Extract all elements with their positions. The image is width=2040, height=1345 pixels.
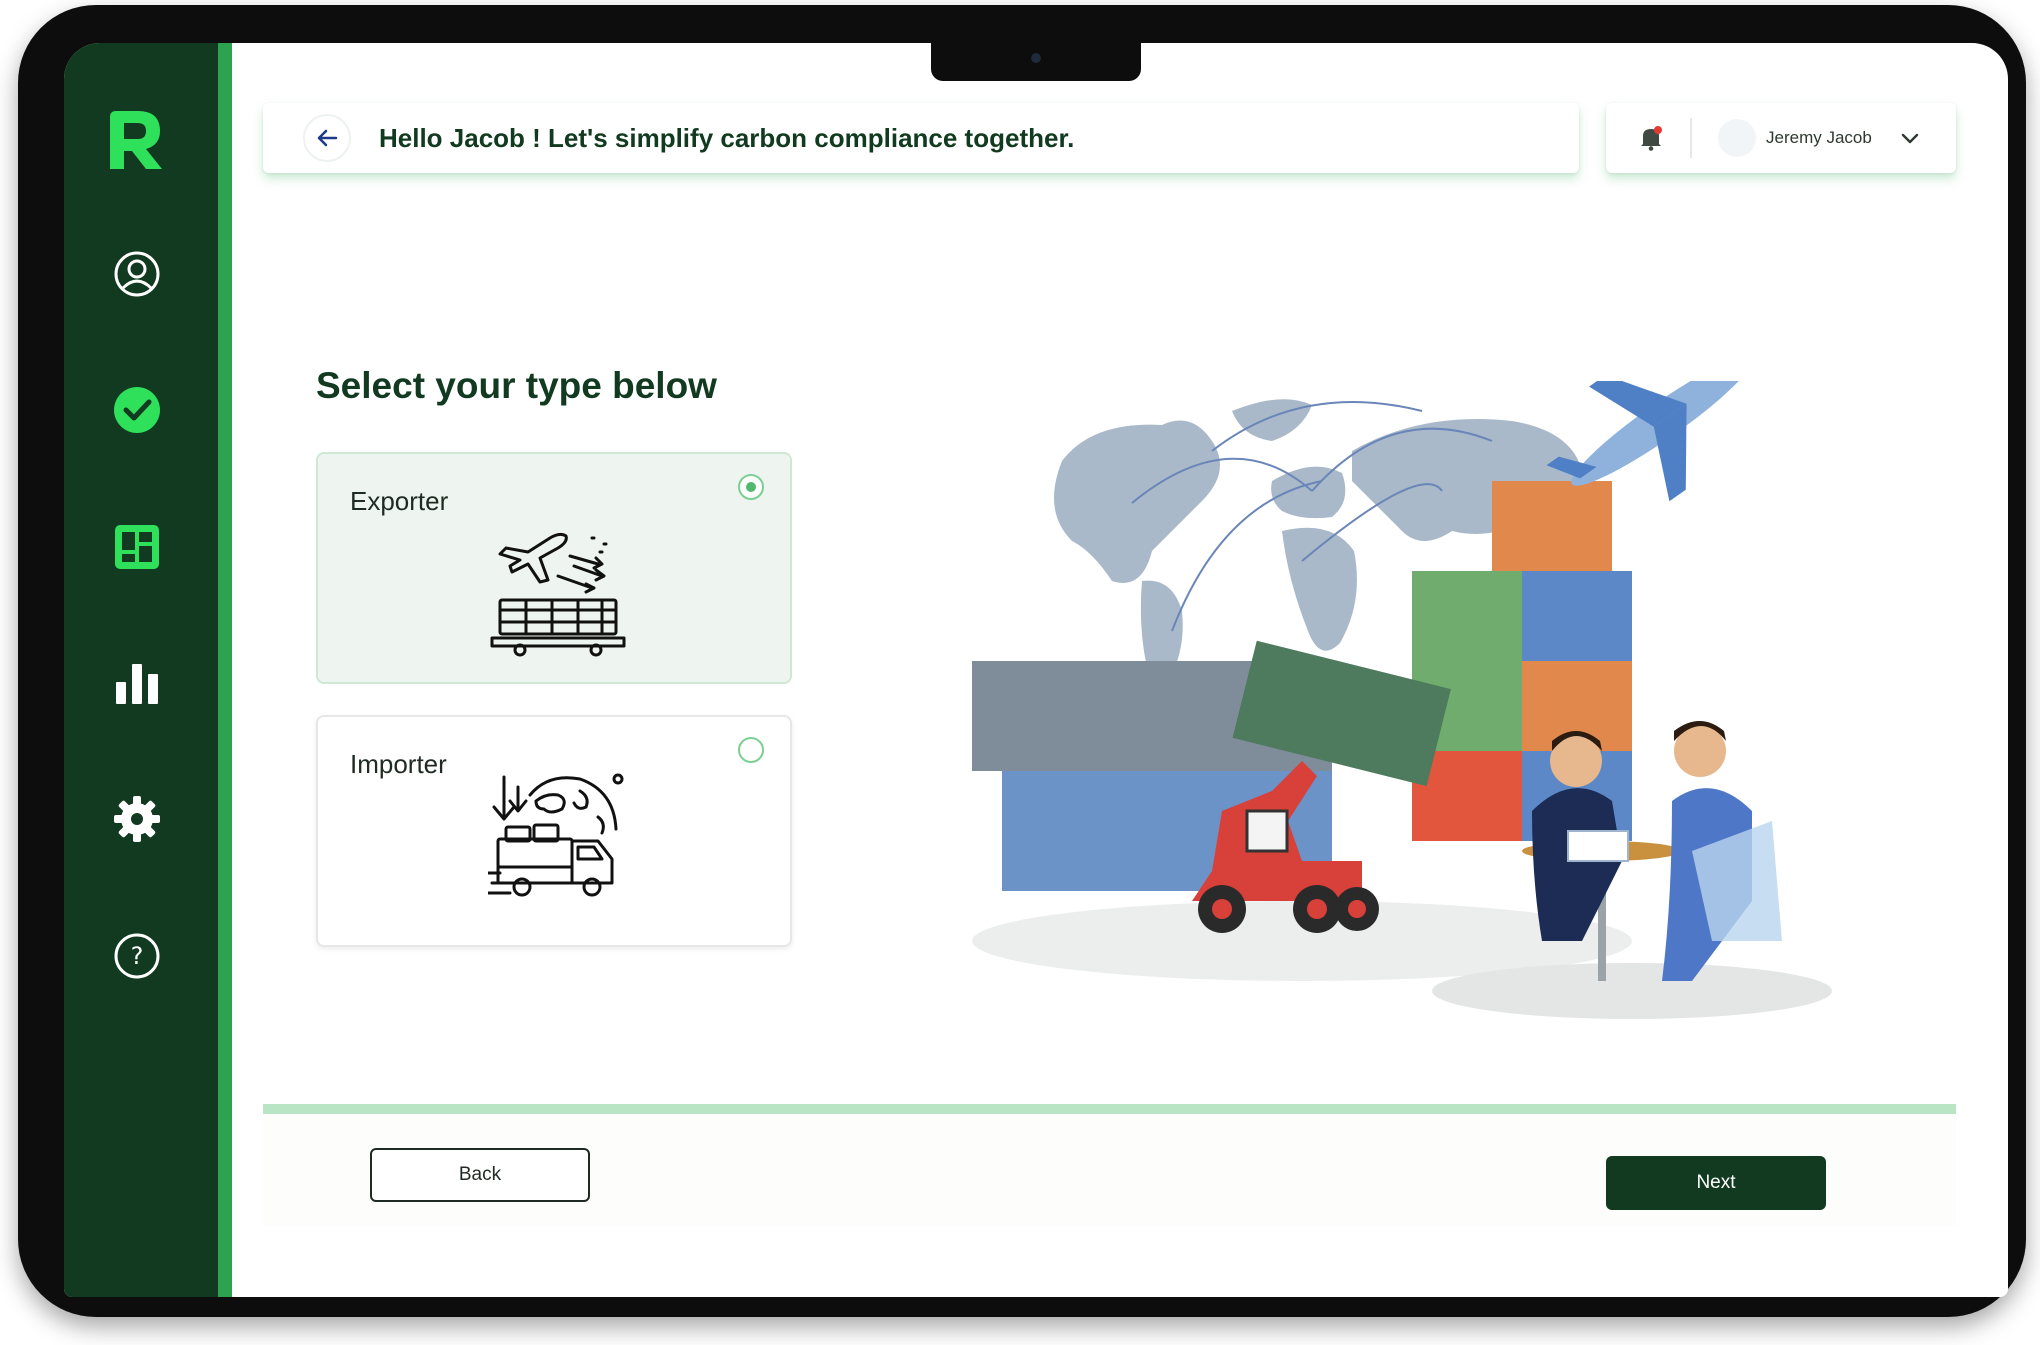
user-menu[interactable]: Jeremy Jacob	[1606, 103, 1956, 173]
camera-icon	[1031, 53, 1041, 63]
svg-text:?: ?	[131, 942, 144, 970]
camera-notch	[931, 43, 1141, 81]
chevron-down-icon[interactable]	[1898, 126, 1922, 150]
bar-chart-icon[interactable]	[110, 656, 164, 710]
greeting-text: Hello Jacob ! Let's simplify carbon comp…	[379, 122, 1075, 153]
next-button[interactable]: Next	[1606, 1156, 1826, 1210]
back-arrow-icon[interactable]	[303, 114, 351, 162]
app-logo	[110, 111, 162, 169]
exporter-option-card[interactable]: Exporter	[316, 452, 792, 684]
top-header: Hello Jacob ! Let's simplify carbon comp…	[263, 103, 1579, 173]
importer-option-card[interactable]: Importer	[316, 715, 792, 947]
back-button[interactable]: Back	[370, 1148, 590, 1202]
page-title: Select your type below	[316, 365, 717, 406]
logistics-illustration	[972, 381, 1832, 1019]
tablet-frame: ? Hello Jacob ! Let's simplify carbon co…	[18, 5, 2026, 1317]
divider	[1690, 118, 1692, 158]
user-name: Jeremy Jacob	[1766, 128, 1872, 147]
cargo-plane-icon	[490, 532, 626, 657]
importer-radio[interactable]	[738, 737, 764, 763]
notification-bell-icon[interactable]	[1636, 123, 1666, 153]
check-circle-icon[interactable]	[110, 383, 164, 437]
exporter-label: Exporter	[350, 486, 449, 516]
globe-delivery-truck-icon	[488, 773, 624, 897]
sidebar: ?	[64, 43, 232, 1297]
importer-label: Importer	[350, 749, 447, 779]
help-icon[interactable]: ?	[110, 929, 164, 983]
gear-icon[interactable]	[110, 792, 164, 846]
avatar[interactable]	[1718, 119, 1756, 157]
footer-divider	[263, 1104, 1956, 1114]
exporter-radio[interactable]	[738, 474, 764, 500]
profile-icon[interactable]	[110, 247, 164, 301]
dashboard-icon[interactable]	[110, 520, 164, 574]
app-screen: ? Hello Jacob ! Let's simplify carbon co…	[64, 43, 2008, 1297]
